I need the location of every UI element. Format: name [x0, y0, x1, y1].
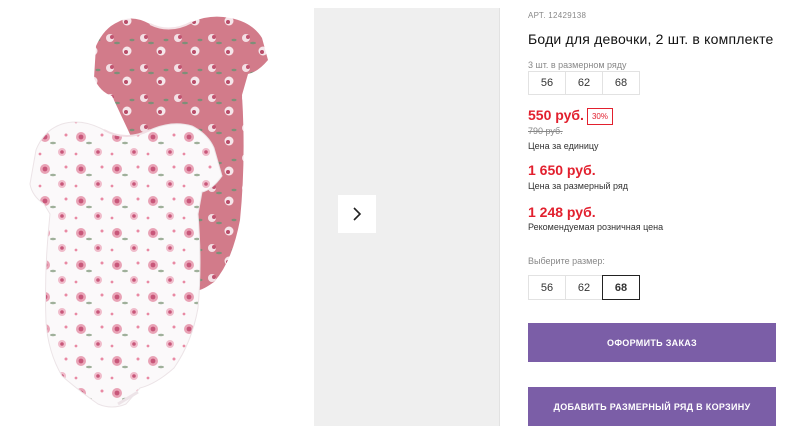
series-size-62: 62	[565, 71, 603, 95]
product-title: Боди для девочки, 2 шт. в комплекте	[528, 31, 774, 47]
product-sku: АРТ. 12429138	[528, 11, 587, 20]
choose-size-label: Выберите размер:	[528, 256, 605, 266]
size-option-62[interactable]: 62	[565, 275, 603, 300]
rrp-price: 1 248 руб.	[528, 204, 596, 220]
next-image-button[interactable]	[338, 195, 376, 233]
series-size-68: 68	[602, 71, 640, 95]
size-option-56[interactable]: 56	[528, 275, 566, 300]
unit-price: 550 руб.	[528, 107, 584, 123]
unit-price-caption: Цена за единицу	[528, 141, 599, 151]
product-info: АРТ. 12429138 Боди для девочки, 2 шт. в …	[528, 0, 800, 438]
product-photo	[29, 16, 268, 408]
order-button[interactable]: ОФОРМИТЬ ЗАКАЗ	[528, 323, 776, 362]
series-price-caption: Цена за размерный ряд	[528, 181, 629, 191]
size-selector: 56 62 68	[528, 275, 640, 300]
series-sizes: 56 62 68	[528, 71, 640, 95]
series-size-label: 3 шт. в размерном ряду	[528, 60, 627, 70]
old-price: 790 руб.	[528, 126, 563, 136]
series-price: 1 650 руб.	[528, 162, 596, 178]
add-series-to-cart-button[interactable]: ДОБАВИТЬ РАЗМЕРНЫЙ РЯД В КОРЗИНУ	[528, 387, 776, 426]
discount-badge: 30%	[587, 108, 613, 125]
chevron-right-icon	[353, 207, 362, 221]
product-gallery	[0, 0, 500, 438]
rrp-price-caption: Рекомендуемая розничная цена	[528, 222, 664, 232]
series-size-56: 56	[528, 71, 566, 95]
size-option-68[interactable]: 68	[602, 275, 640, 300]
